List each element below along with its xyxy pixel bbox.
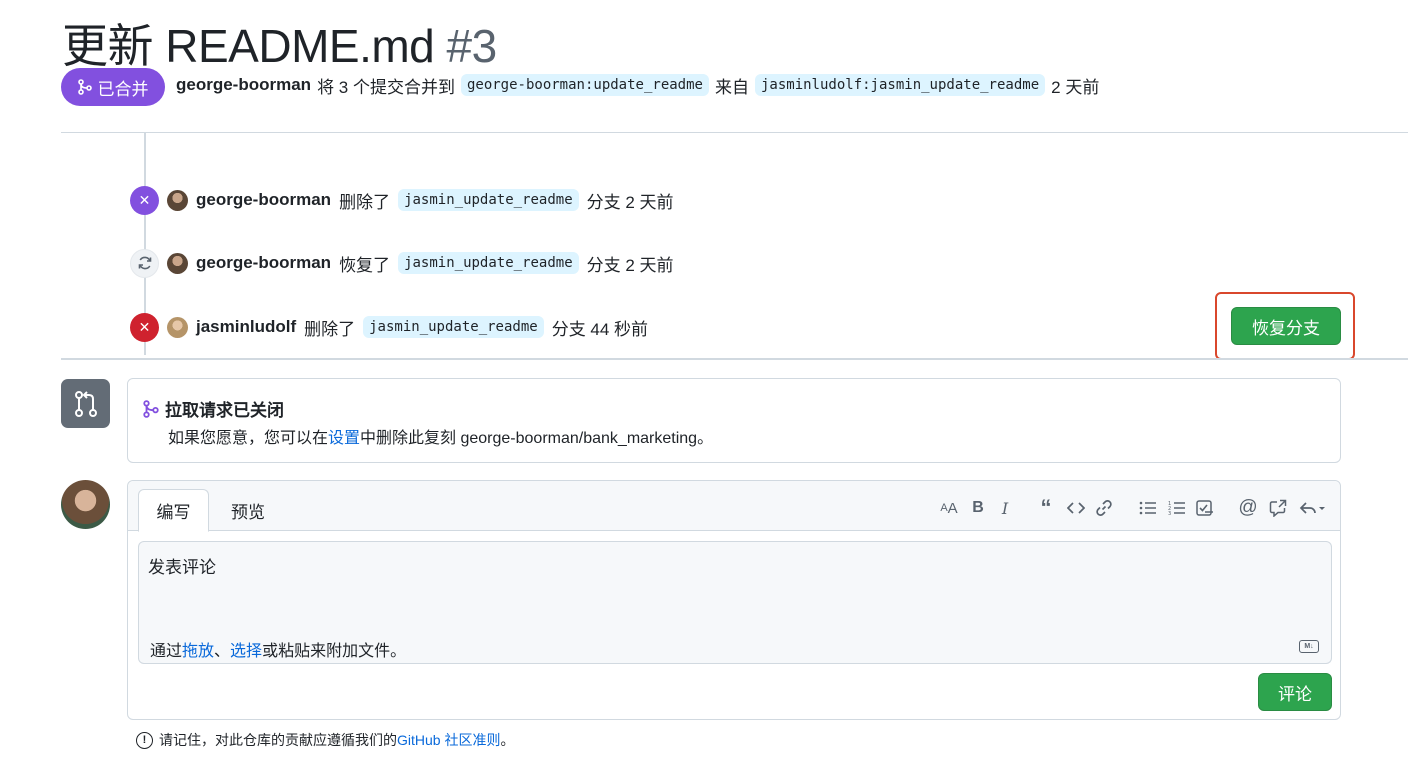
saved-replies-icon[interactable] [1298, 496, 1328, 520]
sync-icon [130, 248, 159, 278]
event-action: 恢复了 [339, 255, 391, 275]
mention-icon[interactable]: @ [1237, 496, 1259, 520]
timeline-event: george-boorman 恢复了 jasmin_update_readme … [130, 248, 674, 278]
timeline-event: ✕ george-boorman 删除了 jasmin_update_readm… [130, 185, 674, 215]
info-icon: ! [136, 731, 153, 749]
event-actor[interactable]: george-boorman [196, 253, 331, 273]
tab-write[interactable]: 编写 [138, 489, 209, 532]
timeline-event: ✕ jasminludolf 删除了 jasmin_update_readme … [130, 312, 648, 342]
event-actor[interactable]: george-boorman [196, 190, 331, 210]
desc-text-end: 中删除此复刻 george-boorman/bank_marketing。 [360, 430, 714, 447]
git-merge-icon [77, 79, 92, 95]
pr-number: #3 [446, 20, 498, 72]
header-divider [61, 132, 1408, 133]
restore-branch-button[interactable]: 恢复分支 [1231, 307, 1341, 345]
svg-text:3: 3 [1168, 511, 1171, 516]
author-link[interactable]: george-boorman [176, 75, 311, 95]
guidelines-note: ! 请记住，对此仓库的贡献应遵循我们的GitHub 社区准则。 [136, 730, 514, 750]
merged-text: 将 3 个提交合并到 [317, 77, 455, 97]
comment-button[interactable]: 评论 [1258, 673, 1332, 711]
event-branch[interactable]: jasmin_update_readme [398, 252, 579, 274]
event-time: 分支 44 秒前 [551, 319, 649, 339]
text-size-icon[interactable]: AA [938, 496, 960, 520]
tasklist-icon[interactable] [1194, 496, 1216, 520]
code-icon[interactable] [1065, 496, 1087, 520]
event-action: 删除了 [339, 192, 391, 212]
attach-separator: 、 [214, 643, 231, 660]
link-icon[interactable] [1093, 496, 1115, 520]
user-avatar[interactable] [61, 480, 110, 529]
merged-time: 2 天前 [1051, 77, 1100, 97]
timeline-divider [61, 358, 1408, 360]
event-branch[interactable]: jasmin_update_readme [363, 316, 544, 338]
closed-notice-title: 拉取请求已关闭 [143, 396, 284, 421]
close-icon: ✕ [130, 185, 159, 215]
cross-reference-icon[interactable] [1267, 496, 1289, 520]
event-branch[interactable]: jasmin_update_readme [398, 189, 579, 211]
base-branch[interactable]: george-boorman:update_readme [460, 74, 709, 96]
markdown-icon[interactable]: M↓ [1299, 640, 1319, 653]
attach-text-end: 或粘贴来附加文件。 [262, 643, 407, 660]
pr-title: 更新 README.md [62, 20, 435, 72]
attach-hint: 通过拖放、选择或粘贴来附加文件。 [150, 637, 406, 661]
ordered-list-icon[interactable]: 123 [1166, 496, 1188, 520]
bold-icon[interactable]: B [968, 496, 988, 520]
avatar[interactable] [167, 252, 188, 274]
status-badge-label: 已合并 [97, 79, 149, 99]
closed-notice-box [127, 378, 1341, 463]
attach-text: 通过 [150, 643, 183, 660]
unordered-list-icon[interactable] [1137, 496, 1159, 520]
event-action: 删除了 [304, 319, 356, 339]
closed-title-text: 拉取请求已关闭 [165, 401, 284, 420]
closed-notice-desc: 如果您愿意，您可以在设置中删除此复刻 george-boorman/bank_m… [168, 424, 713, 448]
close-icon: ✕ [130, 312, 159, 342]
settings-link[interactable]: 设置 [328, 430, 360, 447]
pull-request-icon [61, 379, 110, 428]
italic-icon[interactable]: I [995, 496, 1015, 520]
merged-status-badge: 已合并 [61, 68, 165, 106]
avatar[interactable] [167, 189, 188, 211]
event-time: 分支 2 天前 [586, 192, 674, 212]
desc-text: 如果您愿意，您可以在 [168, 430, 329, 447]
community-guidelines-link[interactable]: GitHub 社区准则 [397, 732, 500, 748]
quote-icon[interactable]: “ [1035, 495, 1057, 520]
event-actor[interactable]: jasminludolf [196, 317, 296, 337]
page-title: 更新 README.md #3 [62, 10, 497, 76]
git-merge-icon [143, 399, 159, 418]
footnote-text: 请记住，对此仓库的贡献应遵循我们的 [159, 732, 397, 748]
select-files-link[interactable]: 选择 [230, 643, 262, 660]
pr-meta: george-boorman 将 3 个提交合并到 george-boorman… [176, 72, 1099, 98]
drag-drop-link[interactable]: 拖放 [182, 643, 214, 660]
from-text: 来自 [714, 77, 749, 97]
avatar[interactable] [167, 316, 188, 338]
footnote-end: 。 [500, 732, 515, 748]
event-time: 分支 2 天前 [586, 255, 674, 275]
comment-textarea[interactable]: 发表评论 [138, 541, 1332, 630]
tab-preview[interactable]: 预览 [215, 489, 281, 532]
head-branch[interactable]: jasminludolf:jasmin_update_readme [754, 74, 1046, 96]
